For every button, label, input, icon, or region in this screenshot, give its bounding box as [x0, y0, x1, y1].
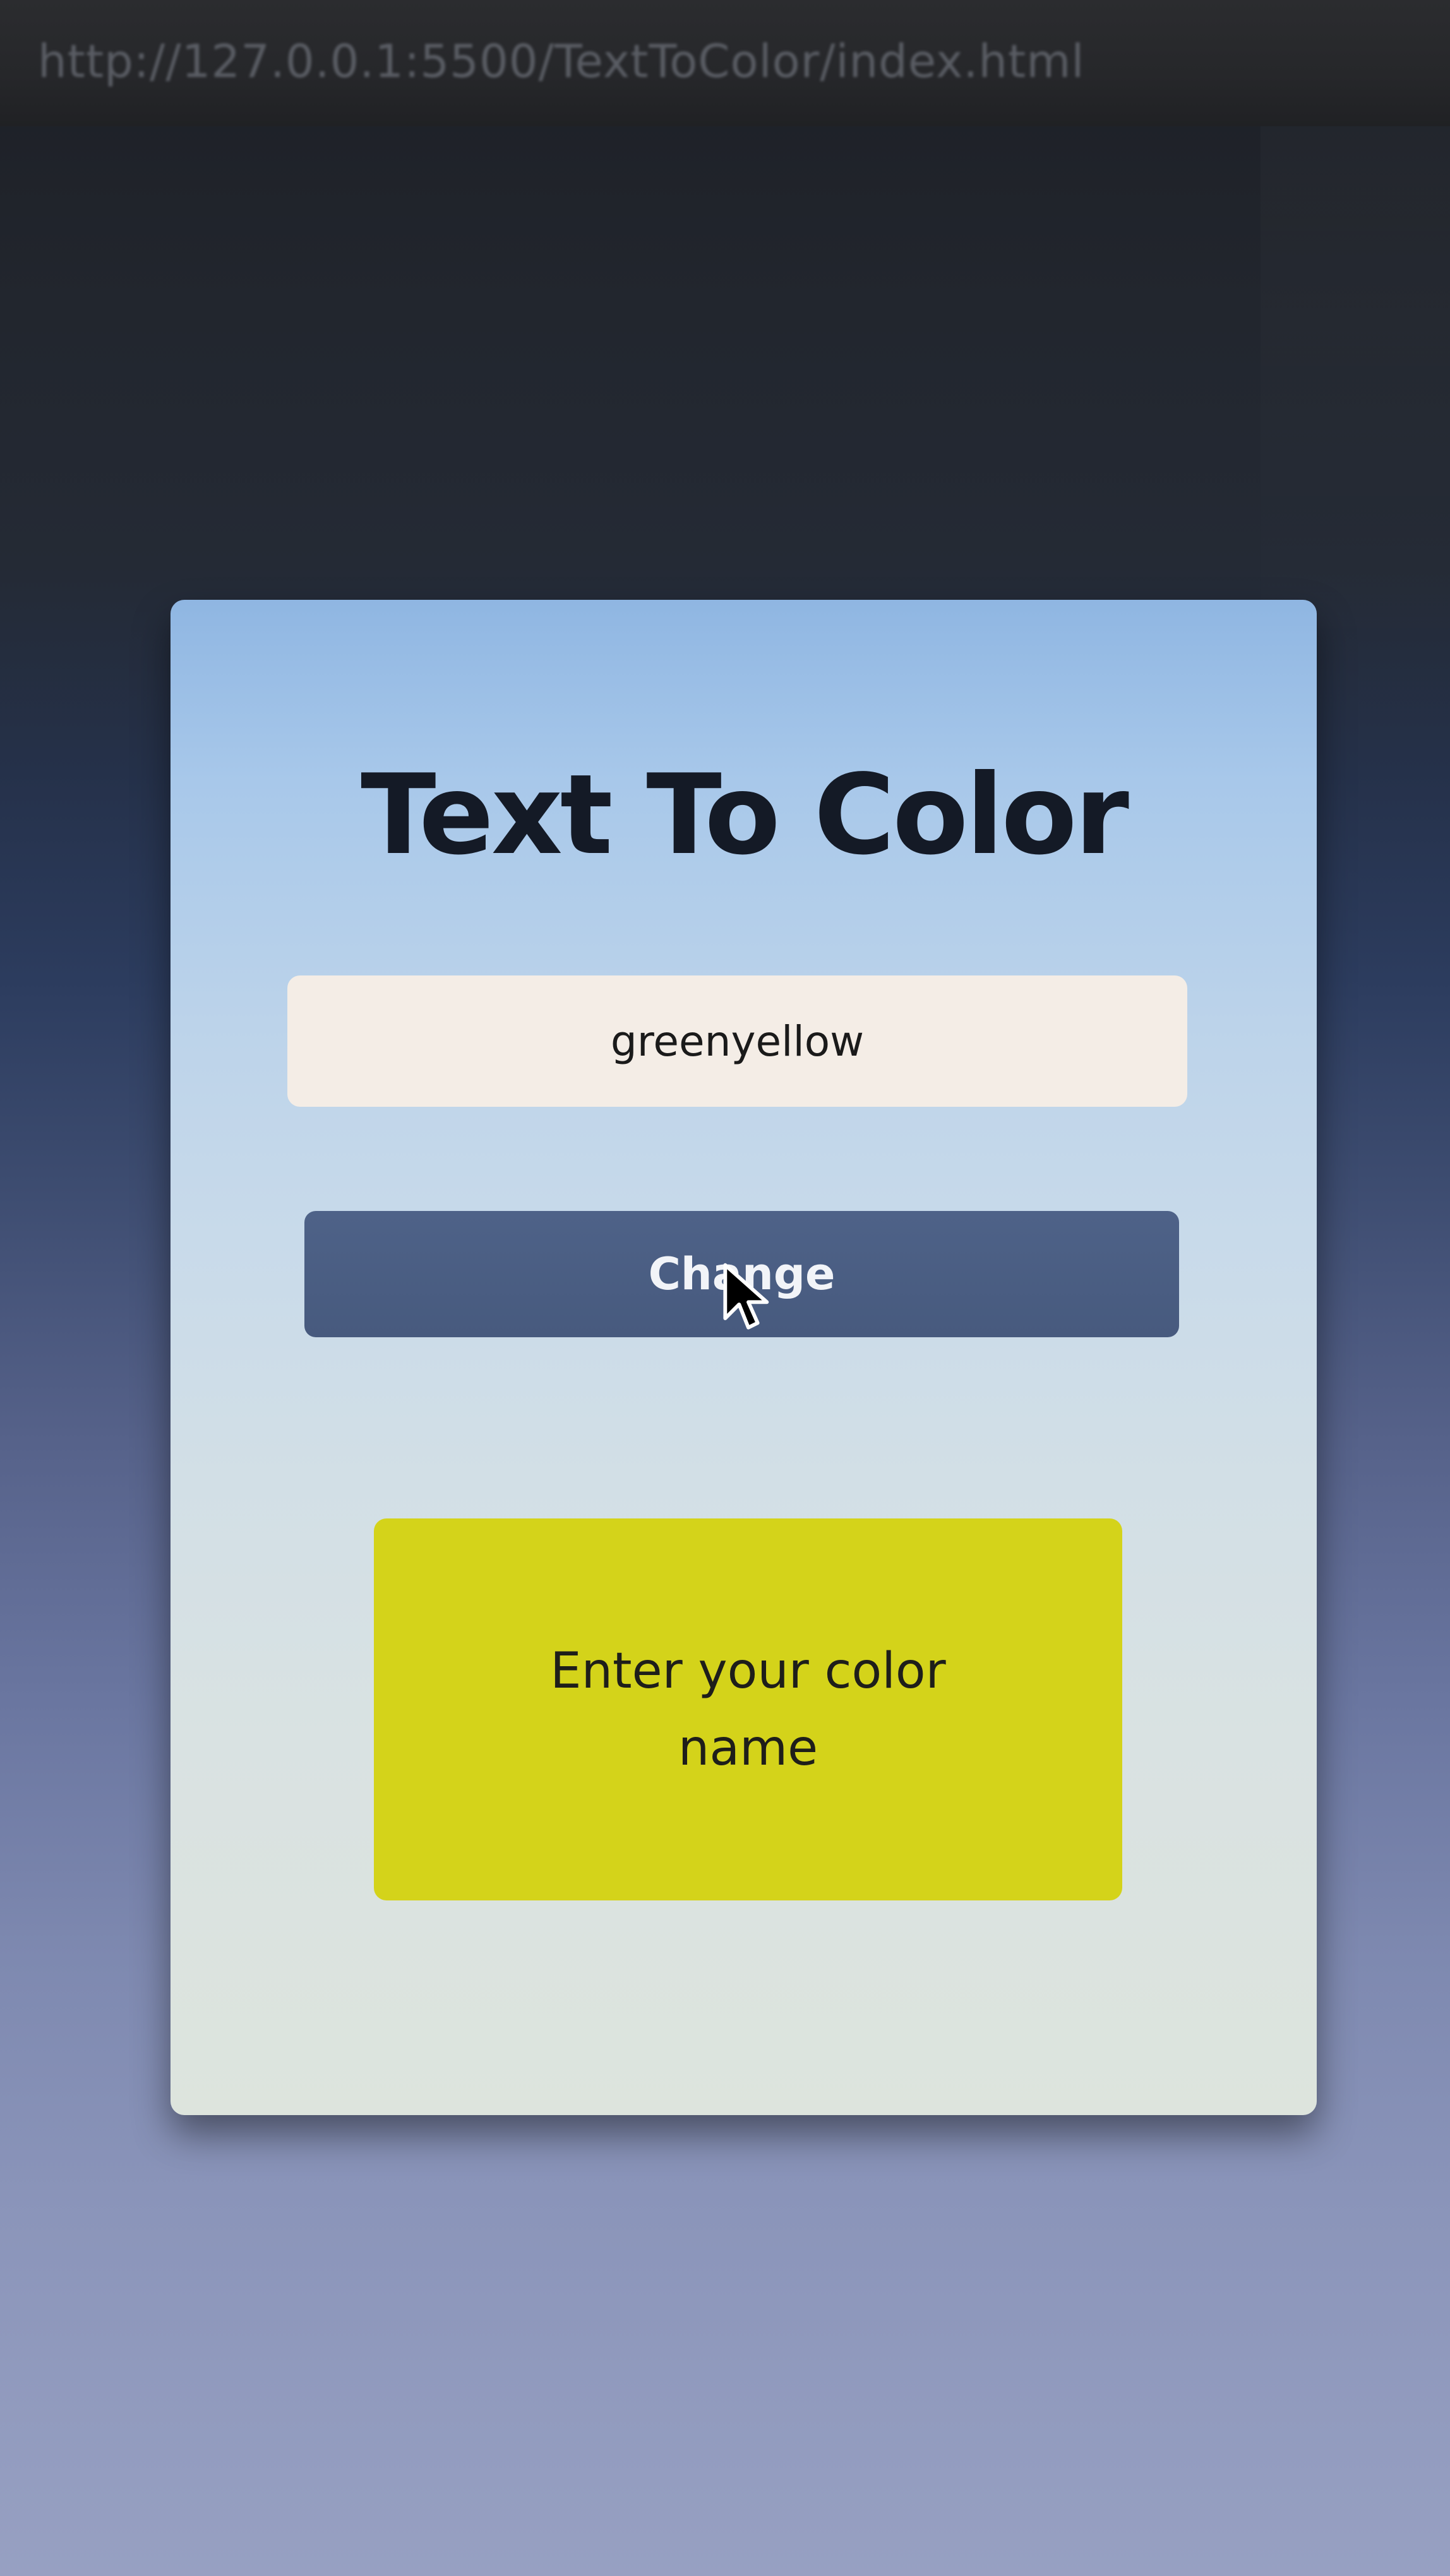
color-name-input[interactable] [287, 975, 1187, 1107]
page-title: Text To Color [361, 751, 1129, 880]
browser-address-bar[interactable]: http://127.0.0.1:5500/TextToColor/index.… [0, 0, 1450, 126]
color-box-text: Enter your color name [550, 1642, 946, 1777]
text-to-color-card: Text To Color Change Enter your color na… [171, 600, 1317, 2115]
arrow-cursor-icon [723, 1263, 769, 1330]
url-text[interactable]: http://127.0.0.1:5500/TextToColor/index.… [38, 35, 1084, 88]
color-preview-box: Enter your color name [374, 1518, 1122, 1900]
